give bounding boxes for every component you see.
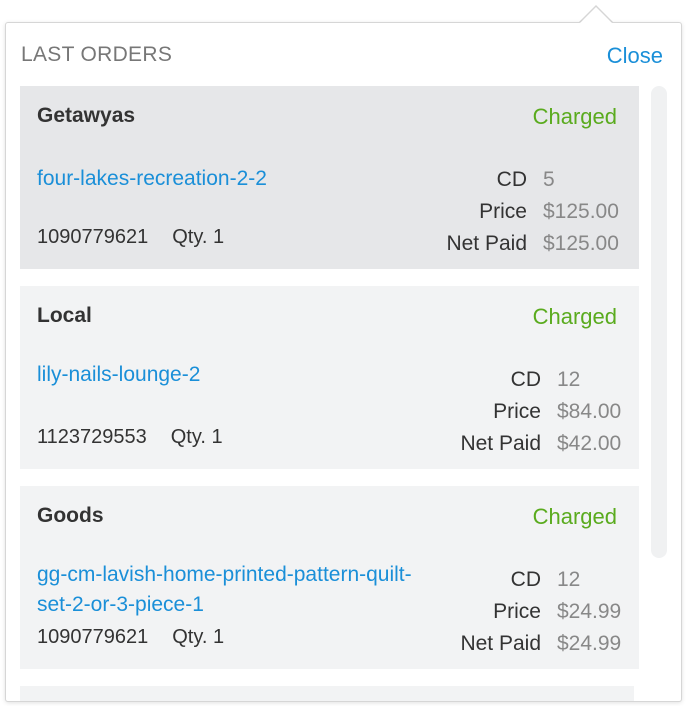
order-qty: Qty. 1 (170, 426, 223, 448)
net-paid-value: $24.99 (557, 632, 622, 655)
net-paid-value: $42.00 (557, 432, 622, 455)
order-amounts: CD 5 Price $125.00 Net Paid $125.00 (446, 164, 629, 260)
order-card[interactable]: Goods Charged gg-cm-lavish-home-printed-… (20, 486, 639, 669)
order-category: Getawyas (37, 104, 136, 127)
deal-link[interactable]: lily-nails-lounge-2 (37, 360, 427, 390)
order-id: 1090779621 (37, 226, 149, 248)
order-id: 1090779621 (37, 626, 149, 648)
order-meta: 1123729553 Qty. 1 (37, 426, 223, 449)
order-category: Local (37, 304, 92, 327)
close-button[interactable]: Close (607, 43, 663, 69)
popover-caret-fill (579, 7, 613, 24)
order-status: Charged (532, 504, 617, 529)
panel-title: LAST ORDERS (21, 43, 173, 66)
net-paid-label: Net Paid (460, 432, 541, 455)
order-card[interactable]: Getawyas Charged four-lakes-recreation-2… (20, 86, 639, 269)
deal-link[interactable]: gg-cm-lavish-home-printed-pattern-quilt-… (37, 560, 427, 620)
price-label: Price (493, 600, 541, 623)
price-value: $24.99 (557, 600, 622, 623)
price-label: Price (479, 200, 527, 223)
net-paid-label: Net Paid (460, 632, 541, 655)
cd-label: CD (510, 368, 541, 391)
net-paid-label: Net Paid (446, 232, 527, 255)
order-card[interactable]: Local Charged lily-nails-lounge-2 112372… (20, 286, 639, 469)
order-qty: Qty. 1 (172, 626, 225, 648)
cd-value: 5 (543, 168, 555, 191)
scrollbar-thumb[interactable] (651, 86, 667, 558)
order-card-partial[interactable] (20, 686, 634, 701)
price-value: $84.00 (557, 400, 622, 423)
order-meta: 1090779621 Qty. 1 (37, 626, 224, 649)
order-amounts: CD 12 Price $84.00 Net Paid $42.00 (460, 364, 623, 460)
price-label: Price (493, 400, 541, 423)
cd-label: CD (510, 568, 541, 591)
price-value: $125.00 (543, 200, 619, 223)
order-status: Charged (532, 304, 617, 329)
order-qty: Qty. 1 (172, 226, 225, 248)
last-orders-popover: LAST ORDERS Close Getawyas Charged four-… (5, 22, 682, 702)
cd-value: 12 (557, 368, 581, 391)
order-meta: 1090779621 Qty. 1 (37, 226, 224, 249)
order-category: Goods (37, 504, 104, 527)
cd-label: CD (496, 168, 527, 191)
order-id: 1123729553 (37, 426, 147, 448)
deal-link[interactable]: four-lakes-recreation-2-2 (37, 164, 427, 194)
orders-list: Getawyas Charged four-lakes-recreation-2… (20, 86, 641, 701)
net-paid-value: $125.00 (543, 232, 619, 255)
order-status: Charged (532, 104, 617, 129)
order-amounts: CD 12 Price $24.99 Net Paid $24.99 (460, 564, 623, 660)
cd-value: 12 (557, 568, 581, 591)
